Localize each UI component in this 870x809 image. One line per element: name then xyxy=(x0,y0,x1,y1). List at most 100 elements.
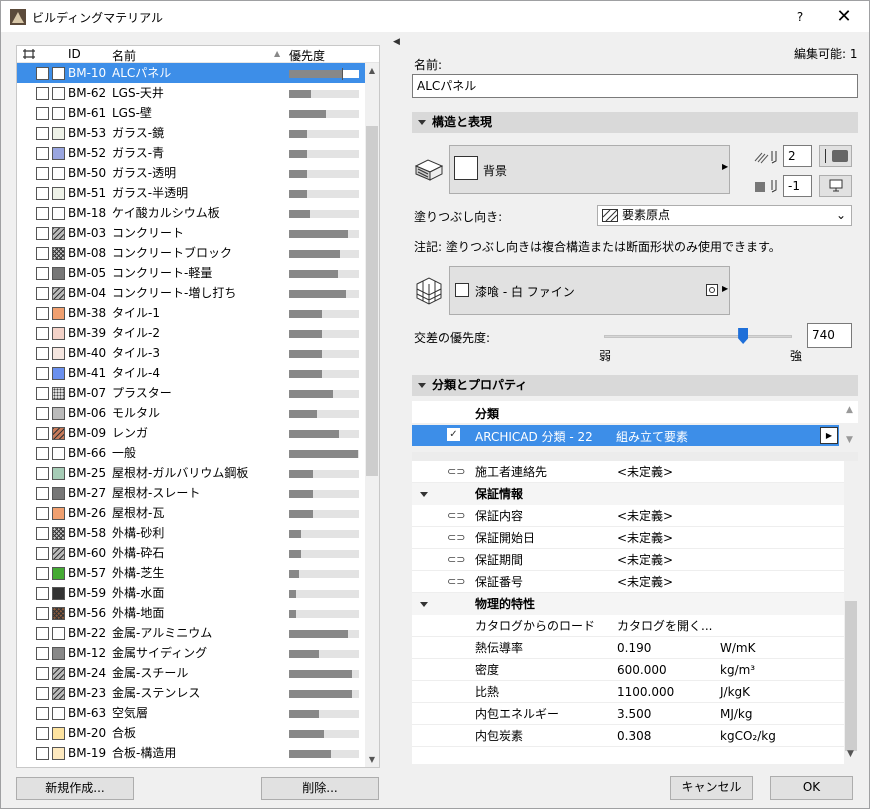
list-item[interactable]: BM-41 タイル-4 xyxy=(17,363,365,383)
row-checkbox[interactable] xyxy=(36,167,49,180)
section-classification-header[interactable]: 分類とプロパティ xyxy=(412,375,858,396)
row-checkbox[interactable] xyxy=(36,187,49,200)
list-item[interactable]: BM-61 LGS-壁 xyxy=(17,103,365,123)
list-item[interactable]: BM-20 合板 xyxy=(17,723,365,743)
properties-scrollbar[interactable] xyxy=(844,461,858,764)
scroll-up-icon[interactable]: ▲ xyxy=(366,64,378,78)
intersection-priority-slider[interactable] xyxy=(604,335,792,338)
panel-resize-bar[interactable] xyxy=(412,452,858,461)
row-checkbox[interactable] xyxy=(36,687,49,700)
list-item[interactable]: BM-66 一般 xyxy=(17,443,365,463)
help-button[interactable]: ? xyxy=(788,7,812,27)
cut-fill-button[interactable]: 背景 ▶ xyxy=(449,145,730,194)
property-row[interactable]: 密度 600.000 kg/m³ xyxy=(412,659,844,681)
list-item[interactable]: BM-50 ガラス-透明 xyxy=(17,163,365,183)
properties-scroll-down-icon[interactable]: ▼ xyxy=(847,749,854,759)
property-row[interactable]: ⊂⊃ 保証開始日 <未定義> xyxy=(412,527,844,549)
layers-icon[interactable] xyxy=(22,48,36,60)
list-item[interactable]: BM-07 プラスター xyxy=(17,383,365,403)
delete-material-button[interactable]: 削除... xyxy=(261,777,379,800)
property-row[interactable]: カタログからのロード カタログを開く... xyxy=(412,615,844,637)
list-item[interactable]: BM-62 LGS-天井 xyxy=(17,83,365,103)
list-item[interactable]: BM-22 金属-アルミニウム xyxy=(17,623,365,643)
list-item[interactable]: BM-12 金属サイディング xyxy=(17,643,365,663)
list-item[interactable]: BM-52 ガラス-青 xyxy=(17,143,365,163)
new-material-button[interactable]: 新規作成... xyxy=(16,777,134,800)
panel-splitter[interactable] xyxy=(391,36,399,806)
list-item[interactable]: BM-27 屋根材-スレート xyxy=(17,483,365,503)
list-item[interactable]: BM-63 空気層 xyxy=(17,703,365,723)
list-item[interactable]: BM-58 外構-砂利 xyxy=(17,523,365,543)
scroll-down-icon[interactable]: ▼ xyxy=(366,753,378,767)
row-checkbox[interactable] xyxy=(36,467,49,480)
list-item[interactable]: BM-24 金属-スチール xyxy=(17,663,365,683)
list-item[interactable]: BM-05 コンクリート-軽量 xyxy=(17,263,365,283)
row-checkbox[interactable] xyxy=(36,247,49,260)
intersection-priority-input[interactable]: 740 xyxy=(807,323,852,348)
list-item[interactable]: BM-19 合板-構造用 xyxy=(17,743,365,763)
row-checkbox[interactable] xyxy=(36,267,49,280)
row-checkbox[interactable] xyxy=(36,207,49,220)
property-row[interactable]: ⊂⊃ 保証内容 <未定義> xyxy=(412,505,844,527)
cancel-button[interactable]: キャンセル xyxy=(670,776,753,800)
row-checkbox[interactable] xyxy=(36,527,49,540)
row-checkbox[interactable] xyxy=(36,87,49,100)
row-checkbox[interactable] xyxy=(36,727,49,740)
row-checkbox[interactable] xyxy=(36,627,49,640)
row-checkbox[interactable] xyxy=(36,447,49,460)
section-structure-header[interactable]: 構造と表現 xyxy=(412,112,858,133)
list-item[interactable]: BM-04 コンクリート-増し打ち xyxy=(17,283,365,303)
list-item[interactable]: BM-06 モルタル xyxy=(17,403,365,423)
list-item[interactable]: BM-10 ALCパネル xyxy=(17,63,365,83)
close-button[interactable]: ✕ xyxy=(827,5,861,29)
property-row[interactable]: 比熱 1100.000 J/kgK xyxy=(412,681,844,703)
list-item[interactable]: BM-57 外構-芝生 xyxy=(17,563,365,583)
pen-color-button[interactable] xyxy=(819,145,852,167)
list-item[interactable]: BM-59 外構-水面 xyxy=(17,583,365,603)
classification-checkbox[interactable]: ✓ xyxy=(447,428,460,441)
surface-button[interactable]: 漆喰 - 白 ファイン ▶ xyxy=(449,266,730,315)
row-checkbox[interactable] xyxy=(36,607,49,620)
list-item[interactable]: BM-38 タイル-1 xyxy=(17,303,365,323)
list-item[interactable]: BM-18 ケイ酸カルシウム板 xyxy=(17,203,365,223)
list-item[interactable]: BM-39 タイル-2 xyxy=(17,323,365,343)
list-item[interactable]: BM-26 屋根材-瓦 xyxy=(17,503,365,523)
property-row[interactable]: ⊂⊃ 保証番号 <未定義> xyxy=(412,571,844,593)
row-checkbox[interactable] xyxy=(36,427,49,440)
row-checkbox[interactable] xyxy=(36,107,49,120)
row-checkbox[interactable] xyxy=(36,747,49,760)
list-item[interactable]: BM-60 外構-砕石 xyxy=(17,543,365,563)
row-checkbox[interactable] xyxy=(36,227,49,240)
properties-scroll-thumb[interactable] xyxy=(845,601,857,751)
list-item[interactable]: BM-53 ガラス-鏡 xyxy=(17,123,365,143)
row-checkbox[interactable] xyxy=(36,647,49,660)
background-pen-input[interactable]: -1 xyxy=(783,175,812,197)
classification-up-icon[interactable]: ▲ xyxy=(846,405,853,415)
row-checkbox[interactable] xyxy=(36,547,49,560)
row-checkbox[interactable] xyxy=(36,347,49,360)
row-checkbox[interactable] xyxy=(36,327,49,340)
collapse-arrow-icon[interactable]: ◀ xyxy=(393,37,400,47)
property-row[interactable]: 内包エネルギー 3.500 MJ/kg xyxy=(412,703,844,725)
list-item[interactable]: BM-56 外構-地面 xyxy=(17,603,365,623)
property-row[interactable]: 熱伝導率 0.190 W/mK xyxy=(412,637,844,659)
monitor-button[interactable] xyxy=(819,175,852,197)
row-checkbox[interactable] xyxy=(36,307,49,320)
row-checkbox[interactable] xyxy=(36,487,49,500)
list-item[interactable]: BM-08 コンクリートブロック xyxy=(17,243,365,263)
list-item[interactable]: BM-25 屋根材-ガルバリウム鋼板 xyxy=(17,463,365,483)
row-checkbox[interactable] xyxy=(36,667,49,680)
list-scroll-thumb[interactable] xyxy=(366,126,378,476)
list-item[interactable]: BM-03 コンクリート xyxy=(17,223,365,243)
row-checkbox[interactable] xyxy=(36,67,49,80)
slider-thumb[interactable] xyxy=(738,328,749,344)
classification-expand-button[interactable]: ▶ xyxy=(820,427,838,444)
column-header-name[interactable]: 名前 xyxy=(112,47,136,64)
row-checkbox[interactable] xyxy=(36,567,49,580)
name-field[interactable]: ALCパネル xyxy=(412,74,858,98)
fill-pen-input[interactable]: 2 xyxy=(783,145,812,167)
row-checkbox[interactable] xyxy=(36,587,49,600)
property-group[interactable]: 物理的特性 xyxy=(412,593,844,615)
row-checkbox[interactable] xyxy=(36,147,49,160)
row-checkbox[interactable] xyxy=(36,287,49,300)
